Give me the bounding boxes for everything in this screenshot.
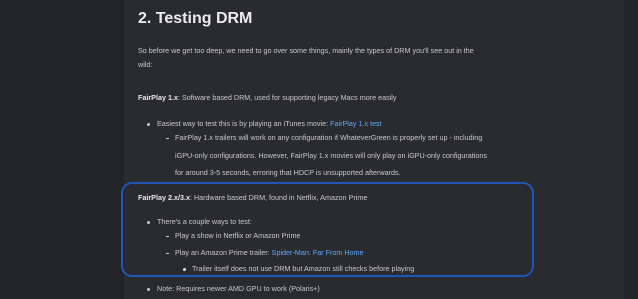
intro-line-1: So before we get too deep, we need to go…	[138, 46, 474, 55]
fairplay2-sub-2: Play an Amazon Prime trailer: Spider-Man…	[175, 248, 364, 258]
fairplay1-sub-line-1: FairPlay 1.x trailers will work on any c…	[175, 133, 483, 142]
bullet-dot	[147, 221, 150, 224]
fairplay2-name: FairPlay 2.x/3.x	[138, 193, 190, 202]
note-line: Note: Requires newer AMD GPU to work (Po…	[157, 284, 320, 293]
bullet-dot	[147, 123, 150, 126]
fairplay2-subsub: Trailer itself does not use DRM but Amaz…	[192, 264, 415, 273]
bullet-dot	[147, 288, 150, 291]
section-title: 2. Testing DRM	[138, 10, 253, 27]
sub-bullet-dash	[166, 253, 169, 254]
fairplay1-test-link[interactable]: FairPlay 1.x test	[330, 119, 382, 128]
sub-bullet-dash	[166, 236, 169, 237]
fairplay2-paragraph: FairPlay 2.x/3.x: Hardware based DRM, fo…	[138, 193, 367, 203]
fairplay2-sub-1: Play a show in Netflix or Amazon Prime	[175, 231, 301, 240]
fairplay2-bullet: There's a couple ways to test:	[157, 217, 252, 226]
fairplay1-desc: : Software based DRM, used for supportin…	[177, 93, 397, 102]
fairplay1-sub-line-3: for around 3-5 seconds, erroring that HD…	[175, 168, 401, 177]
fairplay1-sub-line-2: iGPU-only configurations. However, FairP…	[175, 151, 487, 160]
sub-bullet-dash	[166, 138, 169, 139]
spiderman-trailer-link[interactable]: Spider-Man: Far From Home	[272, 248, 364, 257]
fairplay2-sub-2-text: Play an Amazon Prime trailer:	[175, 248, 272, 257]
fairplay1-bullet-text: Easiest way to test this is by playing a…	[157, 119, 331, 128]
intro-line-2: wild:	[138, 60, 153, 69]
sub-sub-bullet-dot	[183, 268, 186, 271]
fairplay1-bullet: Easiest way to test this is by playing a…	[157, 119, 382, 129]
fairplay2-desc: : Hardware based DRM, found in Netflix, …	[189, 193, 368, 202]
fairplay1-name: FairPlay 1.x	[138, 93, 178, 102]
fairplay1-paragraph: FairPlay 1.x: Software based DRM, used f…	[138, 93, 397, 103]
